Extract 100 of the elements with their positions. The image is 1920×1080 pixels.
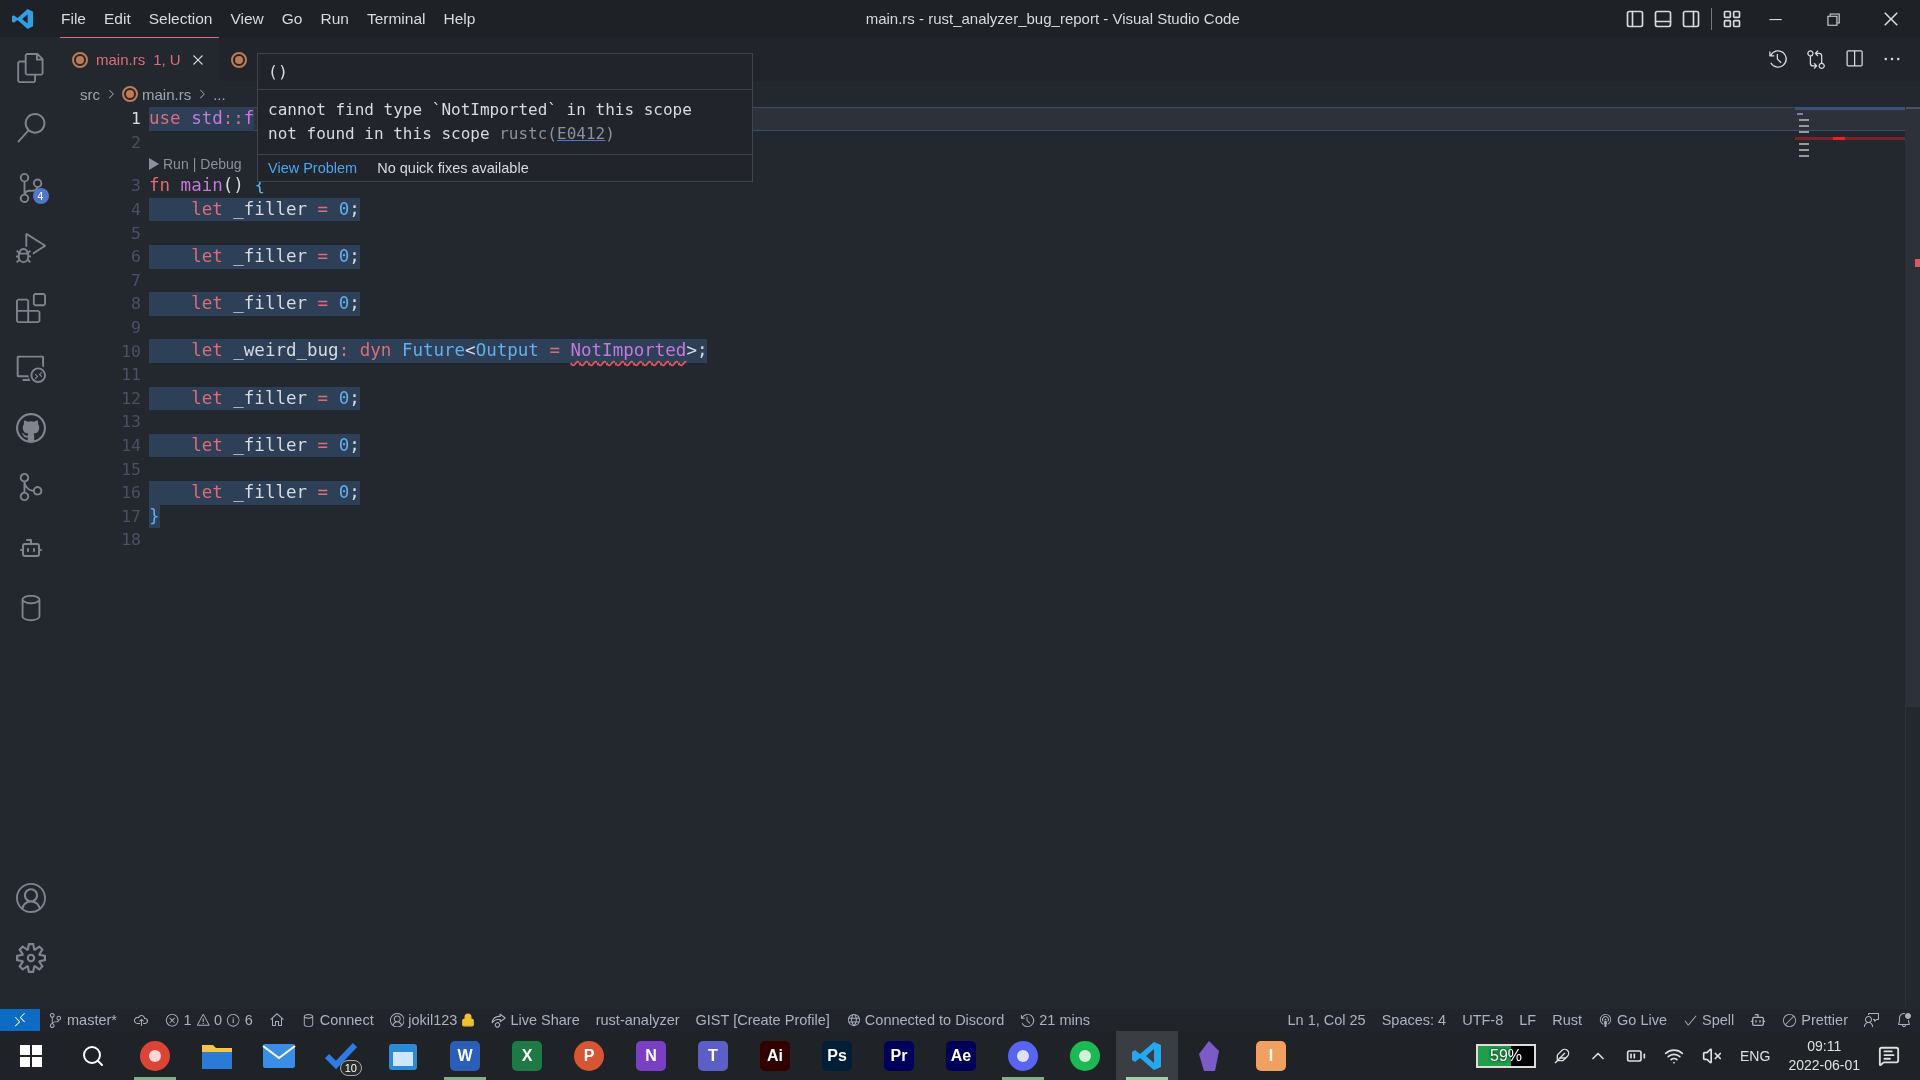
home-icon[interactable] (268, 1012, 285, 1028)
scrollbar[interactable] (1905, 107, 1920, 1007)
codelens-separator: | (192, 156, 197, 173)
split-editor-icon[interactable] (1844, 49, 1864, 69)
status-item[interactable]: UTF-8 (1454, 1009, 1512, 1031)
info-count: 6 (244, 1012, 253, 1028)
status-item[interactable]: rust-analyzer (587, 1009, 688, 1031)
app-icon: Ai (760, 1040, 790, 1071)
files-icon[interactable] (16, 52, 46, 83)
history-icon (1020, 1012, 1036, 1028)
language-indicator[interactable]: ENG (1740, 1047, 1771, 1064)
windows-logo-icon[interactable] (20, 1044, 42, 1067)
feedback-icon[interactable] (1864, 1012, 1880, 1028)
account-name: jokil123 (408, 1012, 458, 1028)
status-item[interactable]: Connect (292, 1009, 382, 1031)
status-item[interactable]: Connected to Discord (837, 1009, 1013, 1031)
notifications-icon[interactable] (1878, 1044, 1900, 1067)
status-text: Rust (1552, 1012, 1582, 1028)
pen-icon[interactable] (1554, 1047, 1571, 1064)
rust-file-icon (122, 86, 138, 102)
status-item[interactable]: Live Share (483, 1009, 588, 1031)
taskbar-button[interactable]: W (434, 1031, 496, 1080)
taskbar-button[interactable]: 10 (310, 1031, 372, 1080)
status-item[interactable]: Go Live (1590, 1009, 1675, 1031)
status-text: Spell (1702, 1012, 1735, 1028)
account-item[interactable]: jokil123 (381, 1009, 484, 1031)
mail-icon (262, 1042, 296, 1069)
compare-icon[interactable] (1806, 49, 1826, 69)
window-title: main.rs - rust_analyzer_bug_report - Visual Studio Code (864, 10, 1241, 27)
run-debug-icon[interactable] (16, 232, 46, 263)
line-number: 1 (130, 108, 142, 131)
menu-item[interactable]: Terminal (357, 9, 435, 28)
taskbar-button[interactable]: N (620, 1031, 682, 1080)
status-item[interactable]: 21 mins (1012, 1009, 1099, 1031)
status-item[interactable]: Prettier (1774, 1009, 1856, 1031)
status-item[interactable]: Spell (1675, 1009, 1743, 1031)
taskbar-button[interactable]: Ps (806, 1031, 868, 1080)
remote-button[interactable] (0, 1009, 40, 1031)
robot-icon[interactable] (1750, 1012, 1767, 1028)
status-item[interactable]: GIST [Create Profile] (687, 1009, 838, 1031)
codelens-link[interactable]: Run (163, 156, 189, 173)
status-text: Ln 1, Col 25 (1287, 1012, 1366, 1028)
broadcast-icon (1598, 1012, 1613, 1028)
toggle-secondary-sidebar-icon[interactable] (1681, 8, 1701, 29)
tab-label: main.rs (96, 51, 146, 68)
taskbar-button[interactable]: X (496, 1031, 558, 1080)
taskbar-button[interactable]: Ai (744, 1031, 806, 1080)
layout-icon[interactable] (1722, 8, 1742, 29)
taskbar-button[interactable]: Ae (930, 1031, 992, 1080)
status-item[interactable]: LF (1511, 1009, 1545, 1031)
taskbar-button[interactable]: P (558, 1031, 620, 1080)
date-text: 2022-06-01 (1788, 1055, 1860, 1075)
toggle-sidebar-icon[interactable] (1625, 8, 1645, 29)
hint-text: No quick fixes available (377, 160, 529, 176)
extensions-icon[interactable] (16, 292, 46, 323)
menu-item[interactable]: Go (272, 9, 312, 28)
problems-item[interactable]: 1 0 6 (156, 1009, 261, 1031)
status-text: Connected to Discord (864, 1012, 1005, 1028)
app-icon: T (698, 1040, 728, 1071)
menu-item[interactable]: File (52, 9, 95, 28)
taskbar-button[interactable] (1116, 1031, 1178, 1080)
clock[interactable]: 09:11 2022-06-01 (1788, 1036, 1860, 1075)
history-icon[interactable] (1768, 49, 1788, 69)
menu-item[interactable]: Edit (95, 9, 140, 28)
account-icon[interactable] (16, 882, 46, 913)
breadcrumb-item[interactable]: src (80, 85, 100, 103)
mute-icon[interactable] (1702, 1045, 1723, 1066)
menu-item[interactable]: Selection (139, 9, 222, 28)
rust-file-icon (72, 51, 88, 68)
menu-item[interactable]: Run (311, 9, 358, 28)
status-item[interactable]: Spaces: 4 (1373, 1009, 1455, 1031)
status-text: Prettier (1801, 1012, 1848, 1028)
warning-count: 0 (214, 1012, 223, 1028)
app-icon (1069, 1039, 1101, 1072)
signature-text: () (258, 54, 752, 90)
status-item[interactable]: Ln 1, Col 25 (1279, 1009, 1374, 1031)
rust-file-icon (230, 51, 247, 68)
github-icon[interactable] (16, 412, 46, 443)
taskbar-button[interactable]: Pr (868, 1031, 930, 1080)
cloud-upload-icon[interactable] (132, 1012, 149, 1028)
check-icon (325, 1041, 357, 1070)
breadcrumb-item[interactable]: main.rs (142, 85, 192, 103)
menu-item[interactable]: View (221, 9, 273, 28)
codelens-link[interactable]: Debug (200, 156, 242, 173)
error-message: cannot find type `NotImported` in this scope not found in this scope rustc(E0412) (258, 90, 752, 155)
app-icon: I (1256, 1040, 1286, 1071)
branch-icon (48, 1012, 63, 1028)
app-icon: P (574, 1040, 604, 1071)
menu-item[interactable]: Help (434, 9, 485, 28)
taskbar-button[interactable]: T (682, 1031, 744, 1080)
status-item[interactable]: Rust (1544, 1009, 1590, 1031)
status-item[interactable]: master* (40, 1009, 125, 1031)
count-badge: 4 (32, 188, 49, 204)
view-problem-link[interactable]: View Problem (268, 160, 358, 176)
toggle-panel-icon[interactable] (1653, 8, 1673, 29)
search-icon[interactable] (81, 1043, 105, 1068)
settings-icon[interactable] (16, 942, 46, 973)
bell-icon[interactable] (1896, 1012, 1912, 1028)
code-editor-icon (1131, 1039, 1163, 1072)
breadcrumb-item[interactable]: ... (213, 85, 226, 103)
